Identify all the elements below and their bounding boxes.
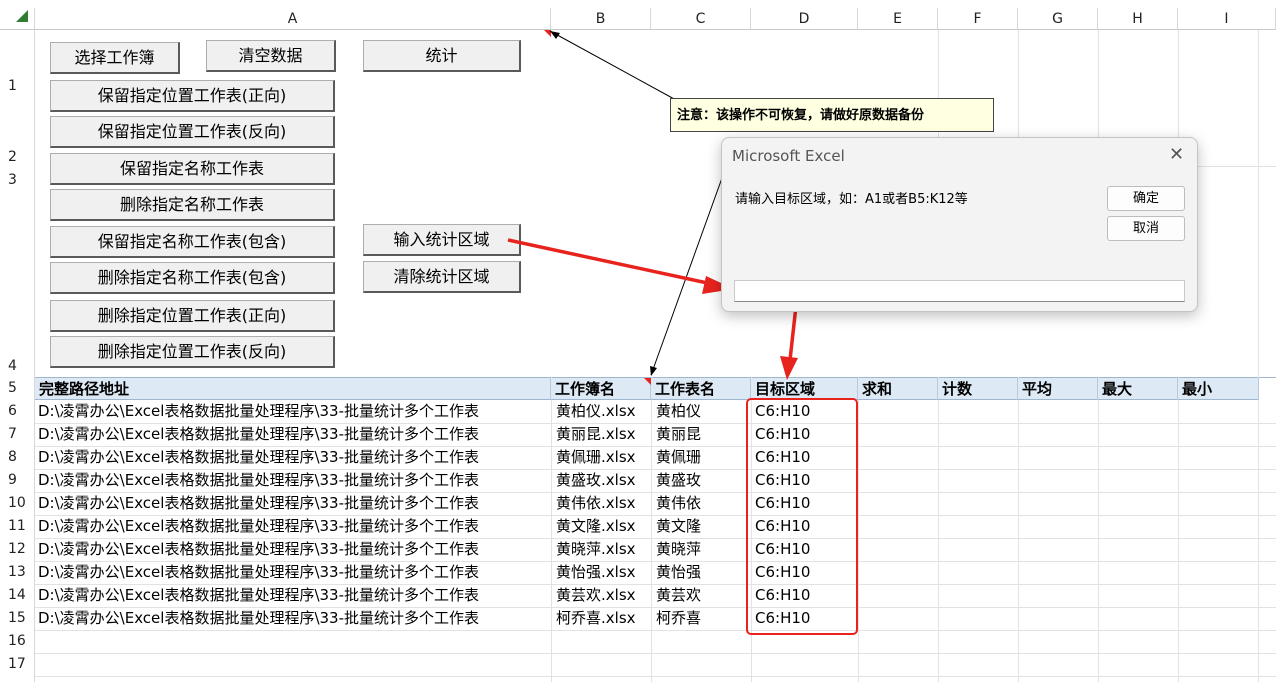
dialog-title: Microsoft Excel <box>732 147 845 165</box>
note-leader-arrowhead-icon <box>650 366 657 376</box>
target-range-highlight <box>746 398 858 635</box>
dialog-prompt: 请输入目标区域，如：A1或者B5:K12等 <box>735 192 968 207</box>
input-dialog: Microsoft Excel ✕ 请输入目标区域，如：A1或者B5:K12等 … <box>721 137 1198 312</box>
note-leader-line <box>650 177 723 376</box>
ok-button[interactable]: 确定 <box>1107 186 1185 211</box>
note-leader-line <box>549 30 677 101</box>
note-leader-arrowhead-icon <box>550 31 560 39</box>
close-icon[interactable]: ✕ <box>1169 144 1184 165</box>
red-arrow-shaft <box>507 238 713 286</box>
red-arrowhead-icon <box>780 356 798 380</box>
range-input[interactable] <box>734 280 1185 302</box>
cancel-button[interactable]: 取消 <box>1107 216 1185 241</box>
annotation-overlay <box>507 30 799 380</box>
warning-note[interactable]: 注意：该操作不可恢复，请做好原数据备份 <box>670 98 994 132</box>
